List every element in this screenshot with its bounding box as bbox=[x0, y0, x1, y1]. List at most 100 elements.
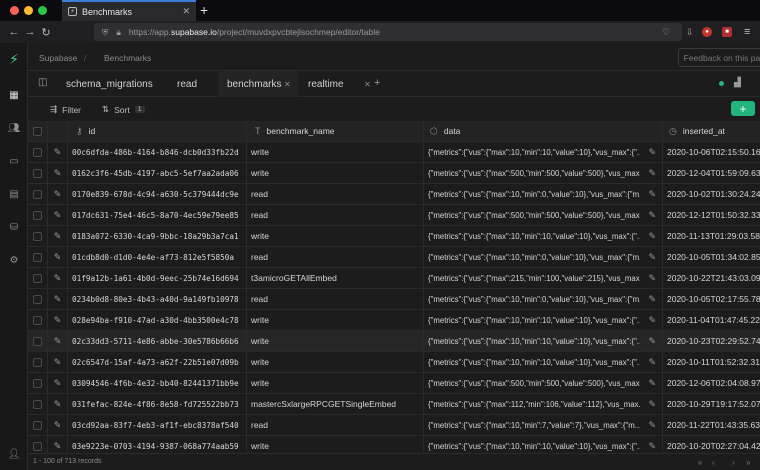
last-page-icon[interactable]: » bbox=[746, 458, 750, 467]
breadcrumb-org[interactable]: Supabase bbox=[39, 53, 77, 63]
table-editor-icon[interactable]: ▦ bbox=[7, 88, 21, 102]
edit-row-icon[interactable]: ✎ bbox=[54, 315, 62, 326]
cell-data[interactable]: {"metrics":{"vus":{"max":10,"min":10,"va… bbox=[424, 310, 663, 330]
table-row[interactable]: ✎ 01cdb8d0-d1d0-4e4e-af73-812e5f5850a read… bbox=[28, 247, 760, 268]
row-checkbox[interactable] bbox=[33, 189, 42, 199]
table-row[interactable]: ✎ 00c6dfda-486b-4164-b846-dcb0d33fb22d wri… bbox=[28, 142, 760, 163]
row-checkbox[interactable] bbox=[33, 210, 42, 220]
add-row-button[interactable]: + bbox=[731, 101, 755, 116]
sidebar-toggle-icon[interactable]: ◫ bbox=[38, 77, 47, 88]
cell-benchmark-name[interactable]: read bbox=[247, 247, 424, 267]
edit-json-icon[interactable]: ✎ bbox=[648, 315, 656, 326]
cell-data[interactable]: {"metrics":{"vus":{"max":10,"min":10,"va… bbox=[424, 226, 663, 246]
edit-row-icon[interactable]: ✎ bbox=[54, 210, 62, 221]
cell-id[interactable]: 0162c3f6-45db-4197-abc5-5ef7aa2ada06 bbox=[68, 163, 247, 183]
row-checkbox[interactable] bbox=[33, 399, 42, 409]
tab-schema-migrations[interactable]: schema_migrations bbox=[58, 71, 182, 97]
address-bar[interactable]: ⛨ 🔒︎ https://app.supabase.io/project/muv… bbox=[94, 23, 682, 41]
forward-icon[interactable]: → bbox=[22, 26, 38, 38]
add-tab-icon[interactable]: + bbox=[374, 77, 380, 89]
extension-icon[interactable]: ● bbox=[702, 27, 712, 37]
table-row[interactable]: ✎ 031fefac-824e-4f86-8e58-fd725522bb73 mas… bbox=[28, 394, 760, 415]
cell-benchmark-name[interactable]: write bbox=[247, 373, 424, 393]
table-row[interactable]: ✎ 03e9223e-0703-4194-9387-068a774aab59 wri… bbox=[28, 436, 760, 453]
cell-data[interactable]: {"metrics":{"vus":{"max":500,"min":500,"… bbox=[424, 373, 663, 393]
edit-json-icon[interactable]: ✎ bbox=[648, 189, 656, 200]
cell-id[interactable]: 031fefac-824e-4f86-8e58-fd725522bb73 bbox=[68, 394, 247, 414]
database-icon[interactable]: ⛁ bbox=[7, 220, 21, 234]
sql-editor-icon[interactable]: ▭ bbox=[7, 154, 21, 168]
edit-row-icon[interactable]: ✎ bbox=[54, 378, 62, 389]
extension-badge-icon[interactable]: ■ bbox=[722, 27, 732, 37]
settings-gear-icon[interactable]: ⚙ bbox=[7, 253, 21, 267]
row-checkbox[interactable] bbox=[33, 168, 42, 178]
cell-inserted-at[interactable]: 2020-12-06T02:04:08.970 bbox=[663, 373, 760, 393]
cell-inserted-at[interactable]: 2020-11-13T01:29:03.587 bbox=[663, 226, 760, 246]
edit-json-icon[interactable]: ✎ bbox=[648, 168, 656, 179]
cell-id[interactable]: 02c33dd3-5711-4e86-abbe-30e5786b66b6 bbox=[68, 331, 247, 351]
table-row[interactable]: ✎ 028e94ba-f910-47ad-a30d-4bb3500e4c78 wri… bbox=[28, 310, 760, 331]
table-row[interactable]: ✎ 01f9a12b-1a61-4b0d-9eec-25b74e16d694 t3a… bbox=[28, 268, 760, 289]
edit-json-icon[interactable]: ✎ bbox=[648, 147, 656, 158]
cell-id[interactable]: 03094546-4f6b-4e32-bb40-82441371bb9e bbox=[68, 373, 247, 393]
edit-row-icon[interactable]: ✎ bbox=[54, 273, 62, 284]
table-row[interactable]: ✎ 0162c3f6-45db-4197-abc5-5ef7aa2ada06 wri… bbox=[28, 163, 760, 184]
close-window-button[interactable] bbox=[10, 6, 19, 15]
cell-benchmark-name[interactable]: mastercSxlargeRPCGETSingleEmbed bbox=[247, 394, 424, 414]
feedback-input[interactable]: Feedback on this page? bbox=[678, 48, 760, 67]
account-icon[interactable]: 👤︎ bbox=[7, 447, 21, 461]
pocket-icon[interactable]: ♡ bbox=[662, 27, 670, 38]
cell-benchmark-name[interactable]: write bbox=[247, 226, 424, 246]
column-header-id[interactable]: ⚷ id bbox=[68, 121, 247, 141]
close-tab-icon[interactable]: ✕ bbox=[182, 6, 190, 17]
edit-row-icon[interactable]: ✎ bbox=[54, 336, 62, 347]
cell-inserted-at[interactable]: 2020-10-20T02:27:04.422 bbox=[663, 436, 760, 453]
close-tab-icon[interactable]: ✕ bbox=[364, 80, 371, 89]
cell-id[interactable]: 02c6547d-15af-4a73-a62f-22b51e07d09b bbox=[68, 352, 247, 372]
cell-benchmark-name[interactable]: read bbox=[247, 184, 424, 204]
column-header-benchmark-name[interactable]: Tbenchmark_name bbox=[247, 121, 424, 141]
edit-json-icon[interactable]: ✎ bbox=[648, 210, 656, 221]
edit-row-icon[interactable]: ✎ bbox=[54, 357, 62, 368]
cell-id[interactable]: 01cdb8d0-d1d0-4e4e-af73-812e5f5850a bbox=[68, 247, 247, 267]
cell-id[interactable]: 01f9a12b-1a61-4b0d-9eec-25b74e16d694 bbox=[68, 268, 247, 288]
reload-icon[interactable]: ↻ bbox=[38, 26, 54, 39]
cell-benchmark-name[interactable]: read bbox=[247, 289, 424, 309]
cell-data[interactable]: {"metrics":{"vus":{"max":10,"min":10,"va… bbox=[424, 142, 663, 162]
cell-data[interactable]: {"metrics":{"vus":{"max":112,"min":106,"… bbox=[424, 394, 663, 414]
cell-data[interactable]: {"metrics":{"vus":{"max":10,"min":7,"val… bbox=[424, 415, 663, 435]
edit-row-icon[interactable]: ✎ bbox=[54, 231, 62, 242]
prev-page-icon[interactable]: ‹ bbox=[712, 458, 715, 467]
table-row[interactable]: ✎ 03094546-4f6b-4e32-bb40-82441371bb9e wri… bbox=[28, 373, 760, 394]
cell-inserted-at[interactable]: 2020-10-22T21:43:03.093 bbox=[663, 268, 760, 288]
cell-inserted-at[interactable]: 2020-10-05T02:17:55.784 bbox=[663, 289, 760, 309]
row-checkbox[interactable] bbox=[33, 252, 42, 262]
table-row[interactable]: ✎ 03cd92aa-83f7-4eb3-af1f-ebc8378af540 rea… bbox=[28, 415, 760, 436]
column-header-inserted-at[interactable]: ◷ inserted_at bbox=[663, 121, 760, 141]
edit-row-icon[interactable]: ✎ bbox=[54, 147, 62, 158]
tab-realtime[interactable]: realtime ✕ bbox=[300, 71, 376, 97]
row-checkbox[interactable] bbox=[33, 315, 42, 325]
row-checkbox[interactable] bbox=[33, 231, 42, 241]
cell-id[interactable]: 0183a072-6330-4ca9-9bbc-18a29b3a7ca1 bbox=[68, 226, 247, 246]
cell-id[interactable]: 0234b0d8-80e3-4b43-a40d-9a149fb10978 bbox=[68, 289, 247, 309]
row-checkbox[interactable] bbox=[33, 273, 42, 283]
edit-json-icon[interactable]: ✎ bbox=[648, 441, 656, 452]
cell-inserted-at[interactable]: 2020-12-12T01:50:32.330 bbox=[663, 205, 760, 225]
cell-inserted-at[interactable]: 2020-11-04T01:47:45.223 bbox=[663, 310, 760, 330]
next-page-icon[interactable]: › bbox=[732, 458, 735, 467]
cell-inserted-at[interactable]: 2020-10-02T01:30:24.249 bbox=[663, 184, 760, 204]
row-checkbox[interactable] bbox=[33, 378, 42, 388]
auth-users-icon[interactable]: 👥︎ bbox=[7, 121, 21, 135]
cell-data[interactable]: {"metrics":{"vus":{"max":10,"min":0,"val… bbox=[424, 289, 663, 309]
edit-json-icon[interactable]: ✎ bbox=[648, 399, 656, 410]
edit-json-icon[interactable]: ✎ bbox=[648, 420, 656, 431]
cell-data[interactable]: {"metrics":{"vus":{"max":10,"min":0,"val… bbox=[424, 247, 663, 267]
cell-benchmark-name[interactable]: t3amicroGETAllEmbed bbox=[247, 268, 424, 288]
edit-json-icon[interactable]: ✎ bbox=[648, 336, 656, 347]
docs-icon[interactable]: ▤ bbox=[7, 187, 21, 201]
cell-inserted-at[interactable]: 2020-10-11T01:52:32.311 bbox=[663, 352, 760, 372]
cell-inserted-at[interactable]: 2020-10-23T02:29:52.742 bbox=[663, 331, 760, 351]
cell-inserted-at[interactable]: 2020-12-04T01:59:09.633 bbox=[663, 163, 760, 183]
tab-read[interactable]: read bbox=[168, 71, 224, 97]
